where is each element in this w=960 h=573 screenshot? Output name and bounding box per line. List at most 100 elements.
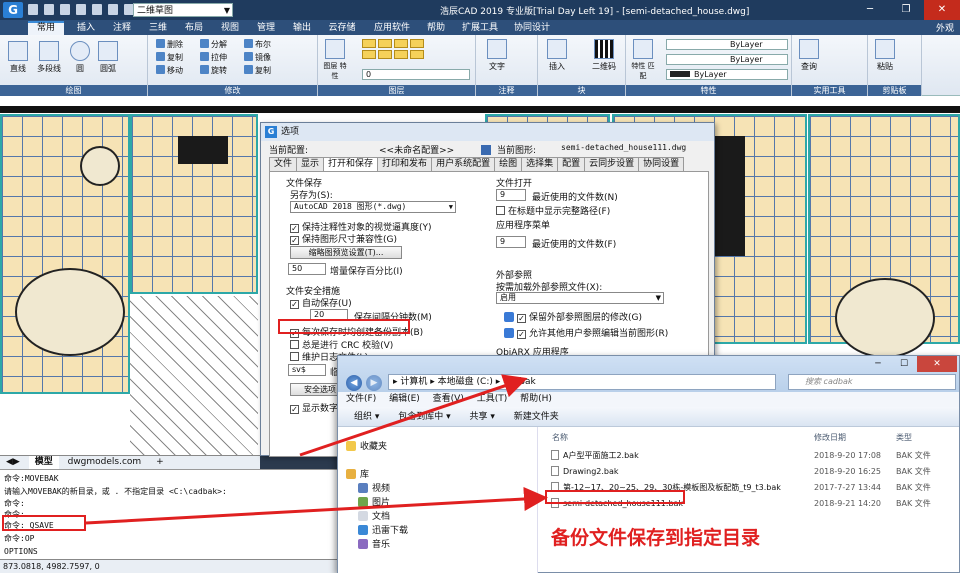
tab-cloud-sync[interactable]: 云同步设置 <box>584 157 640 171</box>
line-button[interactable]: 直线 <box>6 41 30 74</box>
linetype-select[interactable]: ByLayer <box>666 54 788 65</box>
current-layer-select[interactable]: 0 <box>362 69 470 80</box>
allow-edit-checkbox[interactable]: 允许其他用户参照编辑当前图形(R) <box>504 326 668 339</box>
breadcrumb-computer[interactable]: 计算机 <box>400 377 427 387</box>
autosave-checkbox[interactable]: 自动保存(U) <box>290 296 352 309</box>
appearance-menu[interactable]: 外观 <box>936 21 954 34</box>
app-logo-icon[interactable]: G <box>3 2 23 18</box>
query-button[interactable]: 查询 <box>796 39 822 72</box>
arc-button[interactable]: 圆弧 <box>96 41 120 74</box>
back-icon[interactable]: ◀ <box>346 375 362 391</box>
layer-tools-grid[interactable] <box>362 39 424 59</box>
polyline-button[interactable]: 多段线 <box>34 41 64 74</box>
menu-view[interactable]: 查看(V) <box>433 392 464 407</box>
paste-button[interactable]: 粘贴 <box>872 39 898 72</box>
explode-button[interactable]: 分解 <box>200 39 227 50</box>
tab-drafting[interactable]: 绘图 <box>494 157 523 171</box>
print-icon[interactable] <box>92 4 102 15</box>
column-name[interactable]: 名称 <box>552 432 568 443</box>
boolean-button[interactable]: 布尔 <box>244 39 271 50</box>
match-properties-button[interactable]: 特性 匹配 <box>630 39 656 81</box>
column-type[interactable]: 类型 <box>896 432 912 443</box>
undo-icon[interactable] <box>108 4 118 15</box>
move-button[interactable]: 移动 <box>156 65 183 76</box>
close-icon[interactable]: ✕ <box>917 356 957 372</box>
tab-open-save[interactable]: 打开和保存 <box>323 157 379 172</box>
tab-dwgmodels[interactable]: dwgmodels.com <box>62 456 148 469</box>
layout-nav[interactable]: ◀▶ <box>0 456 26 469</box>
keep-size-checkbox[interactable]: 保持图形尺寸兼容性(G) <box>290 232 397 245</box>
nav-videos[interactable]: 视频 <box>358 481 390 494</box>
ribbon-tab-annotate[interactable]: 注释 <box>106 21 138 35</box>
tab-selection[interactable]: 选择集 <box>521 157 559 171</box>
menu-recent-input[interactable]: 9 <box>496 236 526 248</box>
ribbon-tab-home[interactable]: 常用 <box>28 21 64 35</box>
temp-ext-input[interactable]: sv$ <box>288 364 326 376</box>
menu-edit[interactable]: 编辑(E) <box>389 392 420 407</box>
minimize-icon[interactable]: ─ <box>865 356 891 372</box>
color-select[interactable]: ByLayer <box>666 39 788 50</box>
command-window[interactable]: 命令:MOVEBAK 请输入MOVEBAK的新目录，或 . 不指定目录 <C:\… <box>0 469 345 559</box>
tab-display[interactable]: 显示 <box>296 157 325 171</box>
nav-thunder-downloads[interactable]: 迅雷下载 <box>358 523 408 536</box>
full-path-checkbox[interactable]: 在标题中显示完整路径(F) <box>496 204 610 217</box>
new-folder-button[interactable]: 新建文件夹 <box>514 407 559 427</box>
ribbon-tab-ext-tools[interactable]: 扩展工具 <box>456 21 504 35</box>
tab-collab[interactable]: 协同设置 <box>638 157 685 171</box>
xref-demand-select[interactable]: 启用 ▼ <box>496 292 664 304</box>
file-row[interactable]: Drawing2.bak 2018-9-20 16:25 BAK 文件 <box>546 465 956 479</box>
tab-add[interactable]: + <box>150 456 170 469</box>
menu-help[interactable]: 帮助(H) <box>520 392 552 407</box>
qrcode-button[interactable]: 二维码 <box>588 39 620 72</box>
text-button[interactable]: 文字 <box>484 39 510 72</box>
save-as-icon[interactable] <box>76 4 86 15</box>
command-input[interactable]: OPTIONS <box>4 546 38 557</box>
tab-files[interactable]: 文件 <box>269 157 298 171</box>
ribbon-tab-insert[interactable]: 插入 <box>70 21 102 35</box>
erase-button[interactable]: 删除 <box>156 39 183 50</box>
ribbon-tab-cloud[interactable]: 云存储 <box>322 21 362 35</box>
nav-pictures[interactable]: 图片 <box>358 495 390 508</box>
menu-file[interactable]: 文件(F) <box>346 392 376 407</box>
ribbon-tab-apps[interactable]: 应用软件 <box>368 21 416 35</box>
nav-music[interactable]: 音乐 <box>358 537 390 550</box>
insert-block-button[interactable]: 插入 <box>544 39 570 72</box>
file-row[interactable]: A户型平面施工2.bak 2018-9-20 17:08 BAK 文件 <box>546 449 956 463</box>
close-icon[interactable]: ✕ <box>924 0 960 20</box>
nav-libraries[interactable]: 库 <box>346 467 369 480</box>
circle-button[interactable]: 圆 <box>68 41 92 74</box>
ribbon-tab-3d[interactable]: 三维 <box>142 21 174 35</box>
ribbon-tab-manage[interactable]: 管理 <box>250 21 282 35</box>
menu-tools[interactable]: 工具(T) <box>477 392 508 407</box>
layer-properties-button[interactable]: 图层 特性 <box>322 39 348 81</box>
rotate-button[interactable]: 旋转 <box>200 65 227 76</box>
tab-plot[interactable]: 打印和发布 <box>377 157 433 171</box>
retain-xref-checkbox[interactable]: 保留外部参照图层的修改(G) <box>504 310 642 323</box>
save-as-select[interactable]: AutoCAD 2018 图形(*.dwg) ▼ <box>290 201 456 213</box>
forward-icon[interactable]: ▶ <box>366 375 382 391</box>
copy-button[interactable]: 复制 <box>244 65 271 76</box>
organize-button[interactable]: 组织 ▾ <box>354 407 379 427</box>
breadcrumb-drive[interactable]: 本地磁盘 (C:) <box>438 377 493 387</box>
ribbon-tab-view[interactable]: 视图 <box>214 21 246 35</box>
maximize-icon[interactable]: ☐ <box>891 356 917 372</box>
tab-profiles[interactable]: 配置 <box>557 157 586 171</box>
nav-documents[interactable]: 文档 <box>358 509 390 522</box>
new-file-icon[interactable] <box>28 4 38 15</box>
incremental-save-input[interactable]: 50 <box>288 263 326 275</box>
copy-object-button[interactable]: 复制 <box>156 52 183 63</box>
ribbon-tab-layout[interactable]: 布局 <box>178 21 210 35</box>
share-button[interactable]: 共享 ▾ <box>470 407 495 427</box>
save-icon[interactable] <box>60 4 70 15</box>
ribbon-tab-collab[interactable]: 协同设计 <box>508 21 556 35</box>
workspace-select[interactable]: 二维草图 ▼ <box>133 3 233 17</box>
nav-favorites[interactable]: 收藏夹 <box>346 439 387 452</box>
ribbon-tab-help[interactable]: 帮助 <box>420 21 452 35</box>
column-date[interactable]: 修改日期 <box>814 432 846 443</box>
breadcrumb-cadbak[interactable]: cadbak <box>503 377 536 387</box>
mirror-button[interactable]: 镜像 <box>244 52 271 63</box>
recent-files-input[interactable]: 9 <box>496 189 526 201</box>
search-input[interactable]: 搜索 cadbak <box>788 374 956 390</box>
thumbnail-settings-button[interactable]: 缩略图预览设置(T)... <box>290 246 402 259</box>
tab-user-prefs[interactable]: 用户系统配置 <box>431 157 496 171</box>
